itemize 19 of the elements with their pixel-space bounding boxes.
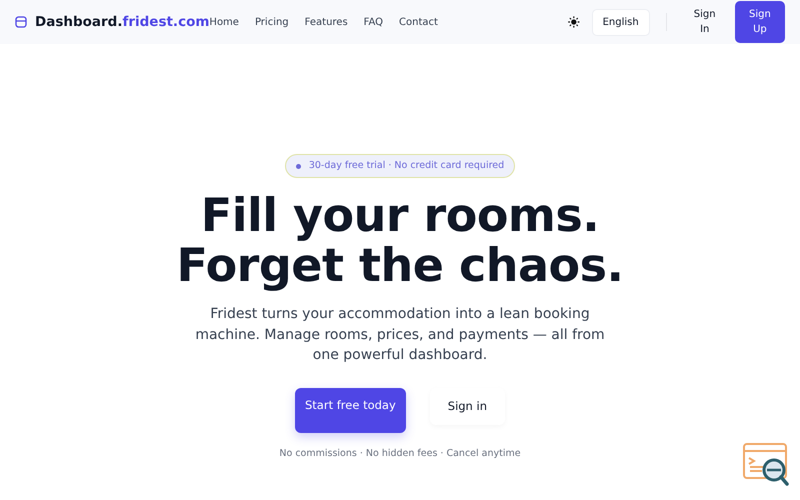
footnote: No commissions · No hidden fees · Cancel anytime <box>279 447 521 461</box>
sign-in-button[interactable]: Sign in <box>430 388 505 425</box>
browser-search-icon[interactable] <box>742 442 792 488</box>
nav-link[interactable]: FAQ <box>364 14 384 30</box>
database-icon <box>15 16 27 28</box>
language-select[interactable]: English <box>592 8 650 36</box>
sun-icon[interactable] <box>568 15 580 29</box>
nav-link[interactable]: Contact <box>399 14 438 30</box>
sign-in-link[interactable]: Sign In <box>682 3 727 41</box>
nav-link[interactable]: Home <box>209 14 239 30</box>
headline: Forget the chaos. <box>176 240 624 290</box>
headline: Fill your rooms. <box>200 190 600 240</box>
nav-link[interactable]: Pricing <box>254 14 289 30</box>
sign-up-button[interactable]: Sign Up <box>734 1 785 43</box>
start-free-button[interactable]: Start free today <box>294 388 406 433</box>
subtitle: Fridest turns your accommodation into a lean booking machine. Manage rooms, prices, and payments — all from one powerful dashboard. <box>194 305 606 366</box>
trial-badge: 30-day free trial · No credit card required <box>284 154 516 178</box>
nav-link[interactable]: Features <box>304 14 348 30</box>
brand-logo[interactable]: Dashboard.fridest.com <box>35 12 210 32</box>
